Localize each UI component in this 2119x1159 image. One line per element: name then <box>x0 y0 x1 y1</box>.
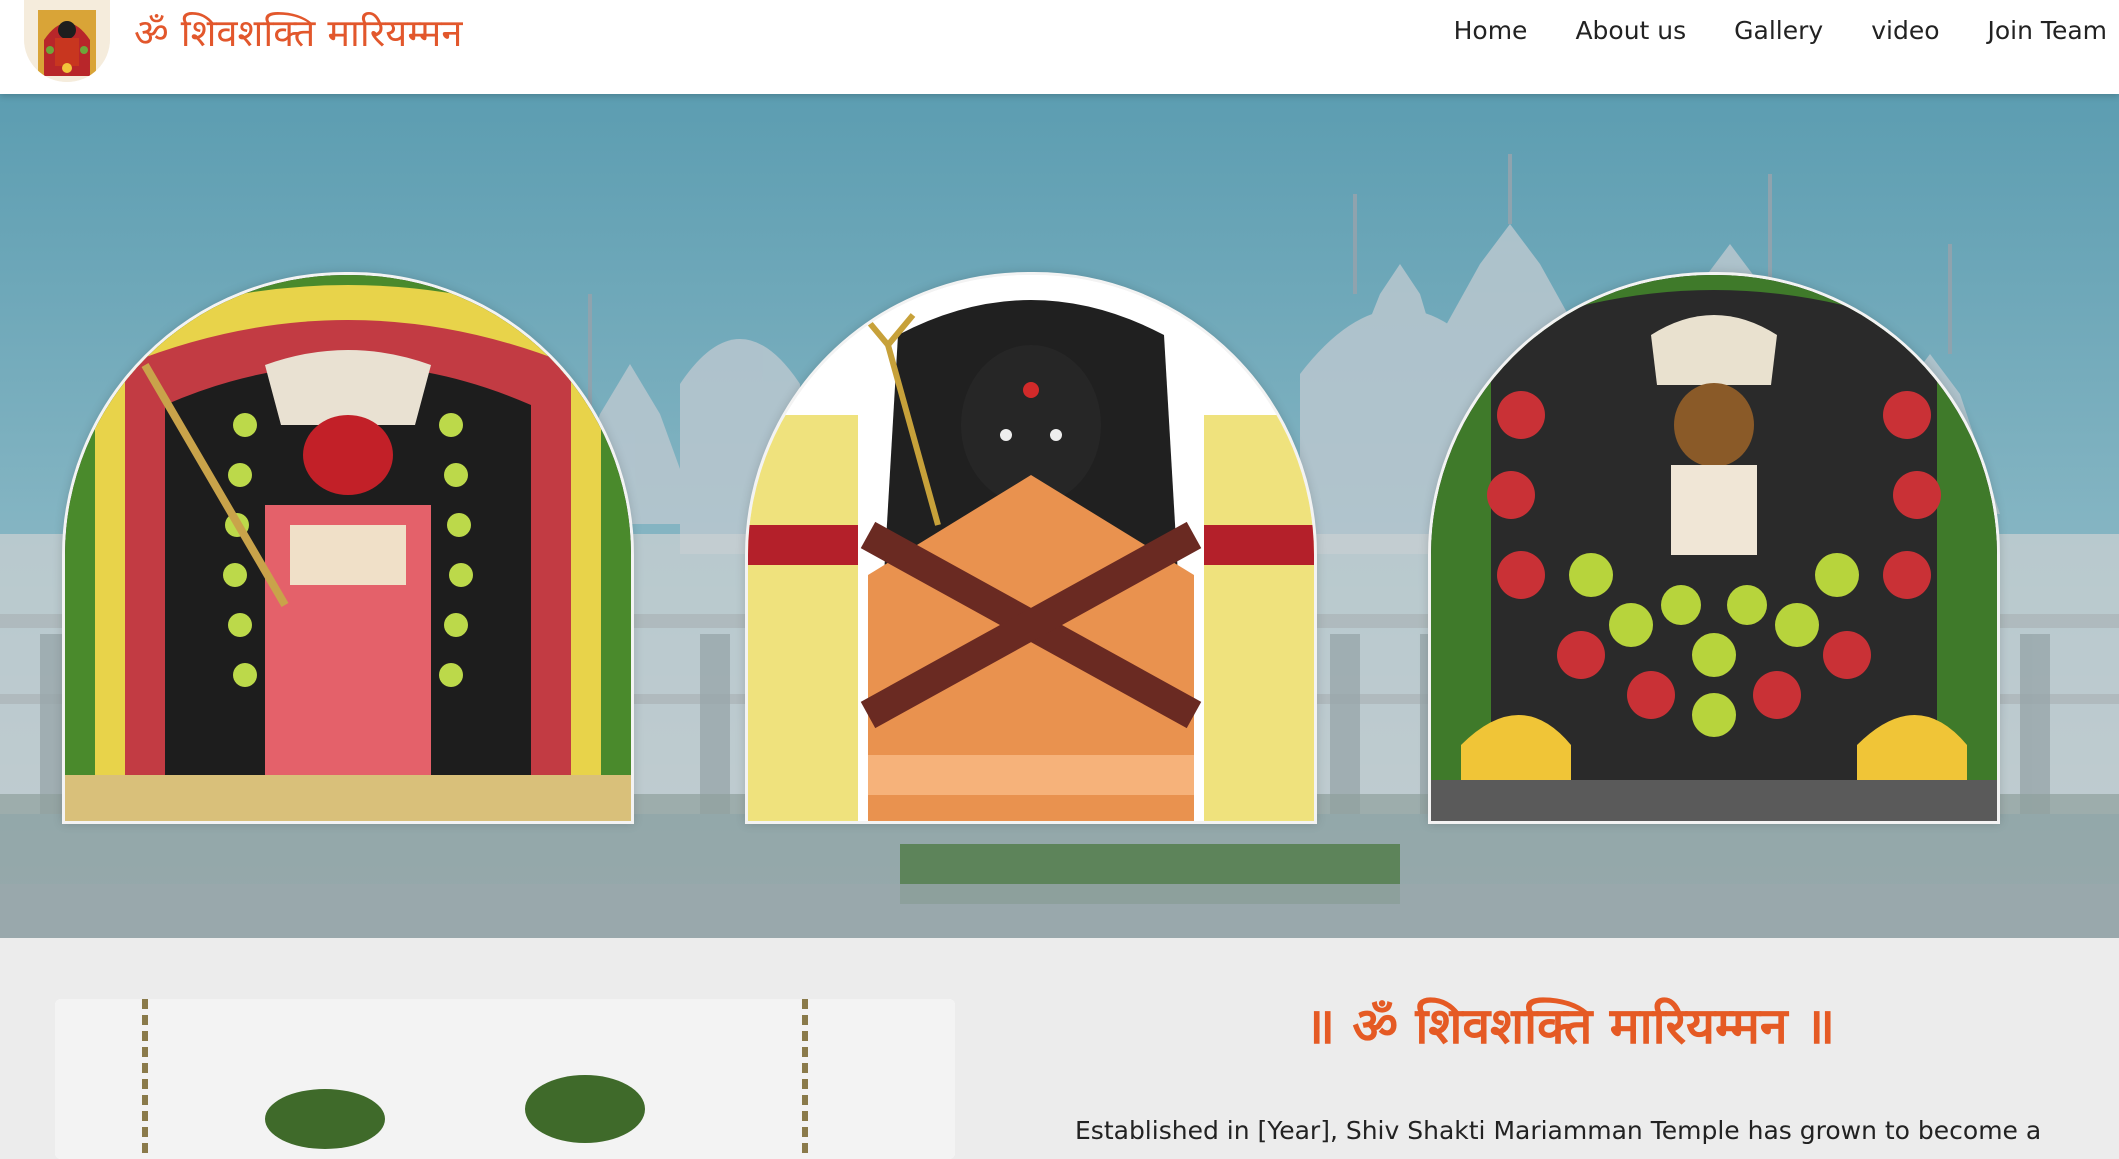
deity-red-attire-image[interactable] <box>62 272 634 824</box>
temple-swing-image[interactable] <box>55 999 955 1159</box>
hero-banner <box>0 94 2119 938</box>
about-section: ॥ ॐ शिवशक्ति मारियम्मन ॥ Established in … <box>0 938 2119 1159</box>
nav-join-team-link[interactable]: Join Team <box>1988 16 2107 45</box>
section-title: ॥ ॐ शिवशक्ति मारियम्मन ॥ <box>1305 996 1835 1055</box>
deity-orange-saree-image[interactable] <box>745 272 1317 824</box>
intro-text: Established in [Year], Shiv Shakti Maria… <box>1075 1116 2042 1145</box>
deity-logo-icon[interactable] <box>24 0 110 82</box>
nav-gallery-link[interactable]: Gallery <box>1734 16 1823 45</box>
deity-fruit-offering-image[interactable] <box>1428 272 2000 824</box>
nav-home-link[interactable]: Home <box>1454 16 1528 45</box>
nav-video-link[interactable]: video <box>1871 16 1939 45</box>
site-header: ॐ शिवशक्ति मारियम्मन Home About us Galle… <box>0 0 2119 94</box>
nav-about-link[interactable]: About us <box>1575 16 1686 45</box>
brand-title[interactable]: ॐ शिवशक्ति मारियम्मन <box>134 6 463 58</box>
main-nav: Home About us Gallery video Join Team <box>1454 16 2107 45</box>
